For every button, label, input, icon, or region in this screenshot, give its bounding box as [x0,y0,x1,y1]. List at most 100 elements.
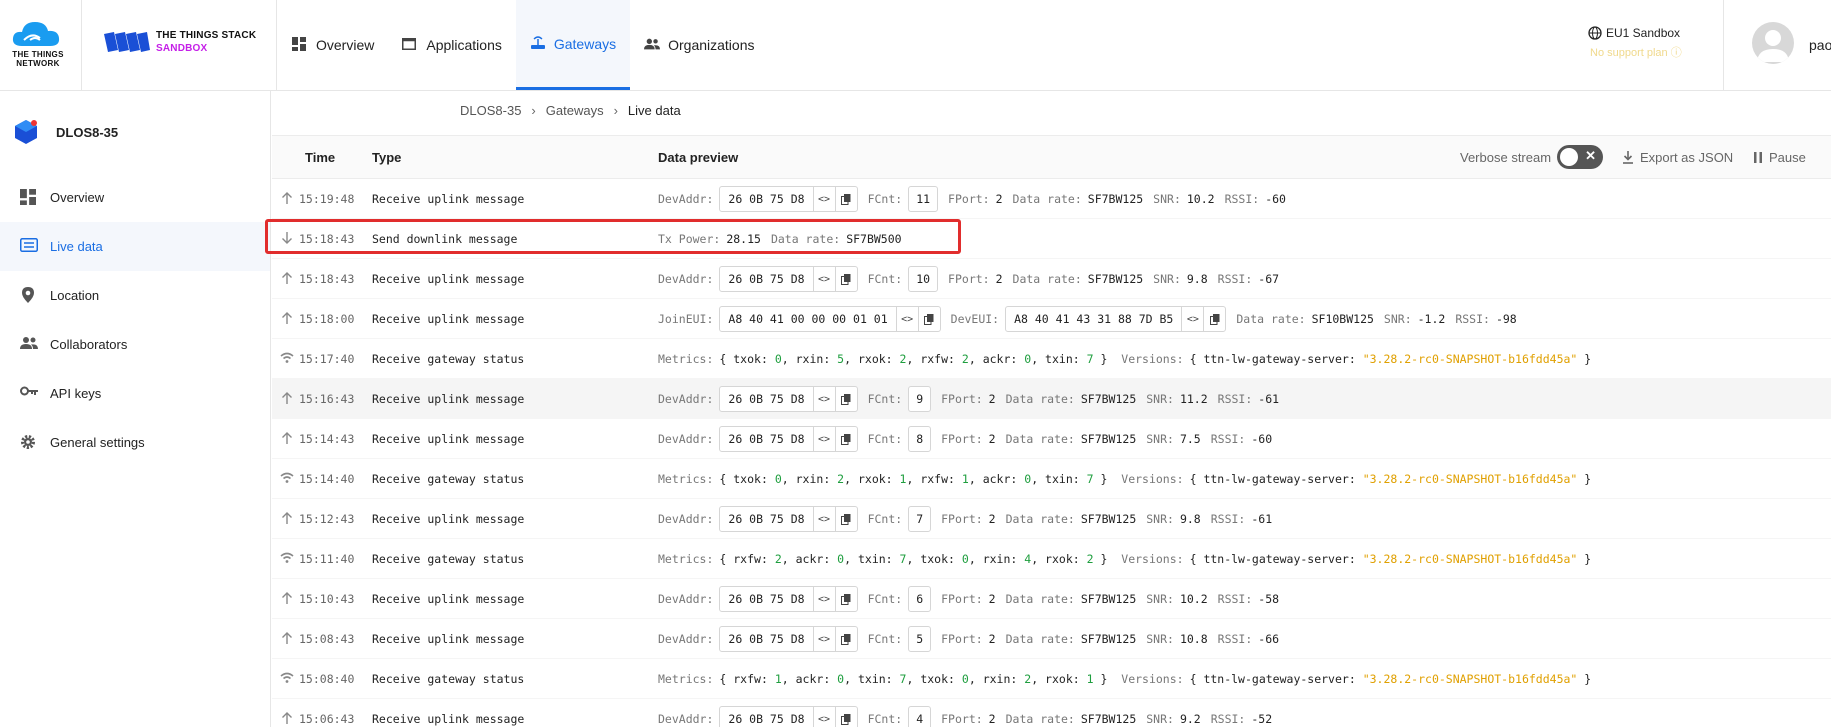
table-row[interactable]: 15:10:43 Receive uplink message DevAddr: 26… [272,579,1831,619]
code-toggle-icon[interactable]: <> [812,587,835,611]
snr-value: -1.2 [1417,312,1446,326]
code-toggle-icon[interactable]: <> [812,627,835,651]
datarate-value: SF7BW125 [1087,272,1144,286]
copy-icon[interactable] [1203,307,1225,331]
nav-gateways[interactable]: Gateways [515,0,631,90]
table-row[interactable]: 15:18:43 Receive uplink message DevAddr: 26… [272,259,1831,299]
metric-key: txin [1045,352,1073,366]
breadcrumb-gateway[interactable]: DLOS8-35 [460,103,521,118]
nav-applications[interactable]: Applications [388,0,516,90]
metric-value: 0 [837,552,845,566]
gear-icon [20,434,38,452]
username[interactable]: pao [1809,37,1831,53]
copy-icon[interactable] [834,627,857,651]
dashboard-icon [20,188,38,207]
pause-button[interactable]: Pause [1753,150,1806,165]
datarate-label: Data rate: [1005,712,1075,726]
code-toggle-icon[interactable]: <> [895,307,918,331]
snr-label: SNR: [1146,632,1174,646]
table-row[interactable]: 15:17:40 Receive gateway status Metrics: { … [272,339,1831,379]
table-row[interactable]: 15:14:40 Receive gateway status Metrics: { … [272,459,1831,499]
event-type: Send downlink message [372,232,518,246]
table-row[interactable]: 15:11:40 Receive gateway status Metrics: { … [272,539,1831,579]
copy-icon[interactable] [834,707,857,727]
table-row[interactable]: 15:14:43 Receive uplink message DevAddr: 26… [272,419,1831,459]
code-toggle-icon[interactable]: <> [812,387,835,411]
rssi-value: -67 [1258,272,1280,286]
ttn-logo[interactable]: THE THINGS NETWORK [0,0,82,90]
support-plan-label: No support plan [1590,47,1668,59]
cluster-selector[interactable]: EU1 Sandbox No support plan ⓘ [1588,26,1696,60]
breadcrumb-gateways[interactable]: Gateways [546,103,604,118]
copy-icon[interactable] [834,387,857,411]
code-toggle-icon[interactable]: <> [812,187,835,211]
event-type: Receive uplink message [372,512,525,526]
devaddr-label: DevAddr: [658,512,714,526]
verbose-stream-toggle[interactable]: ✕ [1557,145,1603,169]
avatar[interactable] [1752,22,1794,64]
nav-overview[interactable]: Overview [278,0,388,90]
sidebar-item-overview[interactable]: Overview [0,173,270,222]
sidebar-item-live-data[interactable]: Live data [0,222,270,271]
help-icon: ⓘ [1670,47,1682,59]
data-preview: Metrics: { txok: 0, rxin: 5, rxok: 2, rxf… [658,339,1591,379]
nav-overview-label: Overview [316,37,375,53]
datarate-value: SF7BW125 [1080,512,1137,526]
metric-key: rxin [795,352,824,366]
rssi-value: -58 [1258,592,1280,606]
fport-label: FPort: [948,192,990,206]
table-row[interactable]: 15:08:43 Receive uplink message DevAddr: 26… [272,619,1831,659]
table-row[interactable]: 15:06:43 Receive uplink message DevAddr: 26… [272,699,1831,727]
event-time: 15:12:43 [299,512,355,526]
list-icon [20,237,38,256]
copy-icon[interactable] [834,587,857,611]
versions-object: { ttn-lw-gateway-server: "3.28.2-rc0-SNA… [1189,672,1592,686]
nav-organizations-label: Organizations [668,37,755,53]
export-json-button[interactable]: Export as JSON [1622,150,1733,165]
joineui-label: JoinEUI: [658,312,714,326]
code-toggle-icon[interactable]: <> [812,507,835,531]
code-toggle-icon[interactable]: <> [812,707,835,727]
cluster-name-row: EU1 Sandbox [1588,26,1696,40]
deveui-field: A8 40 41 43 31 88 7D B5 <> [1005,306,1227,332]
datarate-value: SF7BW125 [1080,592,1137,606]
copy-icon[interactable] [834,267,857,291]
fport-label: FPort: [941,392,983,406]
copy-icon[interactable] [917,307,940,331]
metric-key: txin [857,552,886,566]
sidebar-item-api-keys[interactable]: API keys [0,369,270,418]
code-toggle-icon[interactable]: <> [812,267,835,291]
fport-value: 2 [988,592,996,606]
table-row[interactable]: 15:19:48 Receive uplink message DevAddr: 26… [272,179,1831,219]
metric-key: rxok [1045,672,1073,686]
table-row[interactable]: 15:08:40 Receive gateway status Metrics: { … [272,659,1831,699]
event-type: Receive uplink message [372,432,525,446]
sidebar-item-general-settings[interactable]: General settings [0,418,270,467]
code-toggle-icon[interactable]: <> [1181,307,1203,331]
support-plan[interactable]: No support plan ⓘ [1590,44,1696,60]
event-time: 15:18:43 [299,232,355,246]
table-row[interactable]: 15:12:43 Receive uplink message DevAddr: 26… [272,499,1831,539]
event-time: 15:08:43 [299,632,355,646]
metric-key: rxin [982,552,1011,566]
arrow-up-icon [282,432,292,444]
stack-logo[interactable]: THE THINGS STACK SANDBOX [82,0,277,90]
nav-organizations[interactable]: Organizations [630,0,768,90]
copy-icon[interactable] [834,427,857,451]
fcnt-label: FCnt: [867,592,903,606]
snr-value: 9.8 [1186,272,1208,286]
code-toggle-icon[interactable]: <> [812,427,835,451]
table-row[interactable]: 15:18:00 Receive uplink message JoinEUI: A8… [272,299,1831,339]
rssi-label: RSSI: [1217,392,1253,406]
copy-icon[interactable] [834,187,857,211]
snr-label: SNR: [1146,592,1174,606]
rssi-value: -61 [1258,392,1280,406]
table-row[interactable]: 15:18:43 Send downlink message Tx Power: 28… [272,219,1831,259]
copy-icon[interactable] [834,507,857,531]
sidebar-item-location[interactable]: Location [0,271,270,320]
metric-value: 1 [1086,672,1094,686]
stack-logo-title: THE THINGS STACK [156,30,257,41]
sidebar-item-collaborators[interactable]: Collaborators [0,320,270,369]
snr-label: SNR: [1383,312,1412,326]
table-row[interactable]: 15:16:43 Receive uplink message DevAddr: 26… [272,379,1831,419]
